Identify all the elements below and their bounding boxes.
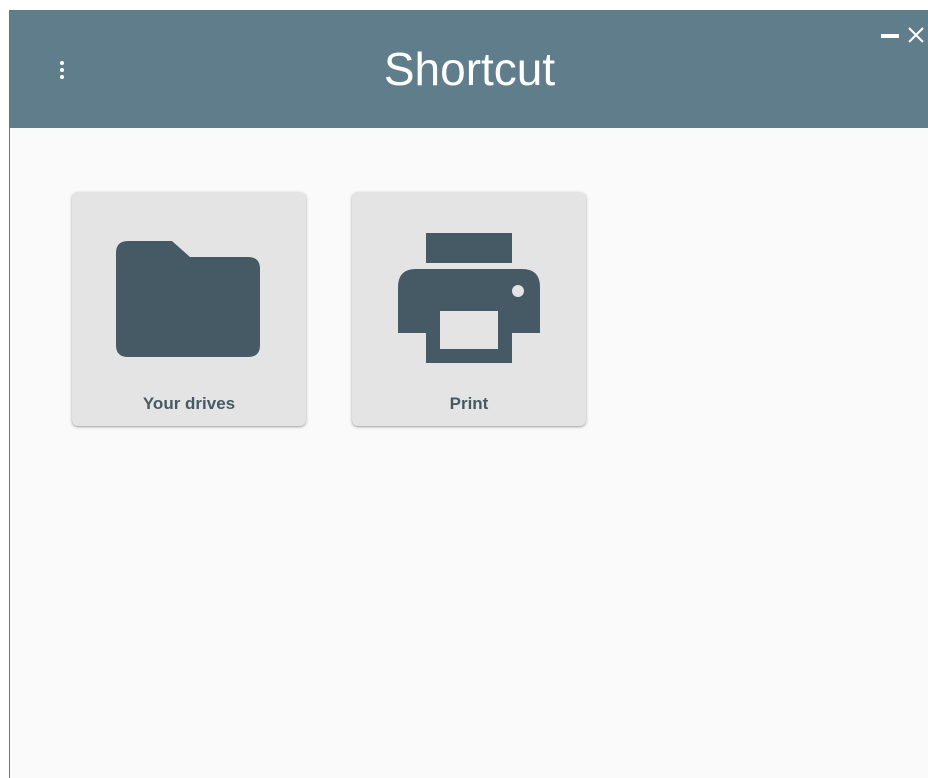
tile-icon-wrap <box>72 230 306 370</box>
folder-icon <box>116 241 260 357</box>
close-icon <box>908 27 924 43</box>
print-tile[interactable]: Print <box>352 192 586 426</box>
close-button[interactable] <box>903 22 928 48</box>
minimize-button[interactable] <box>877 22 903 48</box>
shortcut-grid: Your drives Print <box>10 128 928 778</box>
minimize-icon <box>881 34 899 38</box>
tile-icon-wrap <box>352 230 586 370</box>
window-title: Shortcut <box>383 43 556 95</box>
your-drives-tile[interactable]: Your drives <box>72 192 306 426</box>
shortcut-window: Shortcut Your drives Print <box>9 10 928 778</box>
app-header: Shortcut <box>10 10 928 128</box>
tile-label: Print <box>449 394 489 413</box>
printer-icon <box>398 233 540 363</box>
tile-label: Your drives <box>142 394 236 413</box>
window-controls <box>877 22 928 48</box>
